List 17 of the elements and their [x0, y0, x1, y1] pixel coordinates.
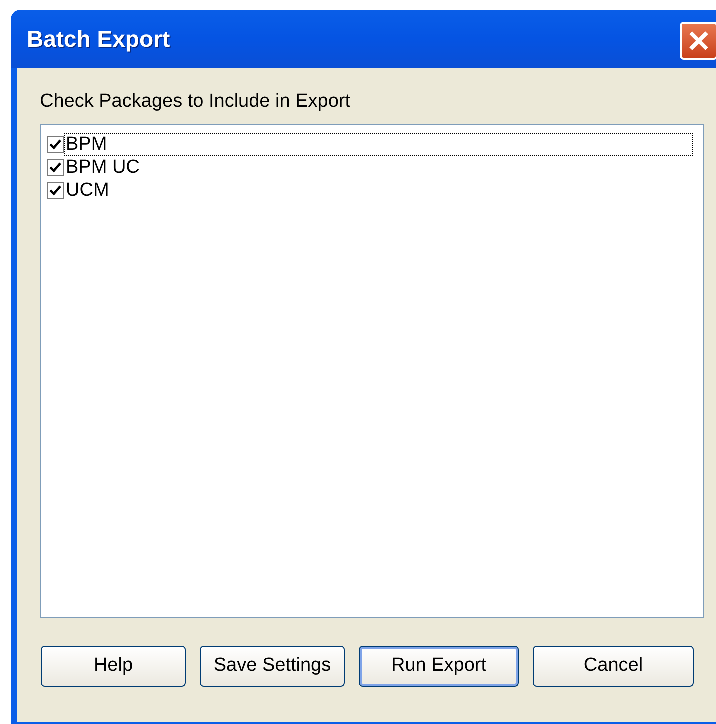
dialog-button[interactable]: Run Export	[359, 646, 519, 687]
package-item[interactable]: UCM	[64, 179, 112, 202]
checkmark-icon	[49, 161, 62, 174]
window-title: Batch Export	[27, 24, 170, 54]
dialog-button[interactable]: Help	[41, 646, 186, 687]
checkmark-icon	[49, 138, 62, 151]
checkbox[interactable]	[47, 159, 64, 176]
checkbox[interactable]	[47, 182, 64, 199]
dialog-button[interactable]: Cancel	[533, 646, 694, 687]
checkbox[interactable]	[47, 136, 64, 153]
package-item[interactable]: BPM	[64, 133, 693, 156]
package-item[interactable]: BPM UC	[64, 156, 142, 179]
instruction-label: Check Packages to Include in Export	[40, 90, 352, 114]
close-icon	[687, 29, 711, 53]
close-button[interactable]	[680, 22, 716, 60]
dialog-button[interactable]: Save Settings	[200, 646, 345, 687]
checkmark-icon	[49, 184, 62, 197]
